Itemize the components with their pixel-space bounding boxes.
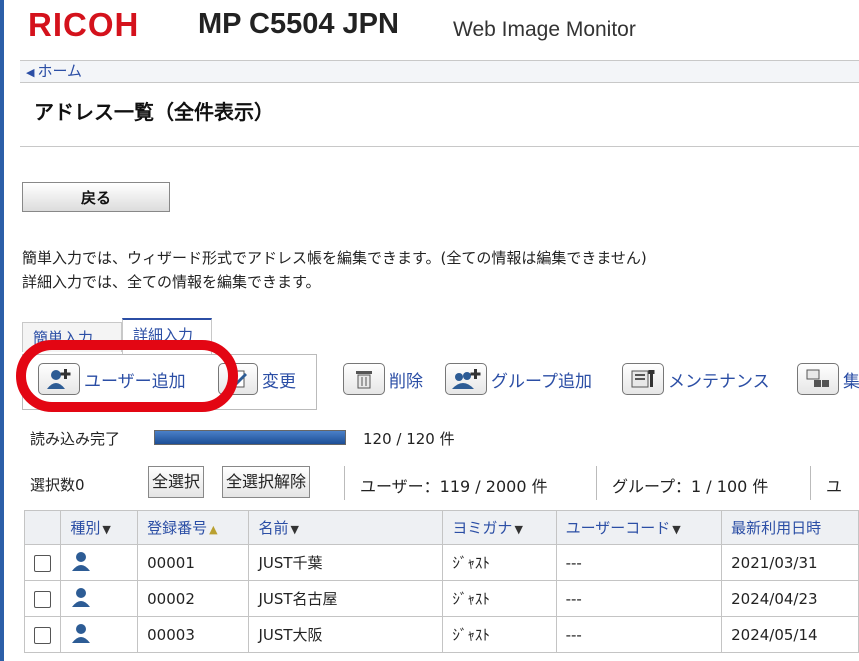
table-header-row: 種別 ▼ 登録番号 ▲ 名前 ▼ ヨミガナ ▼ ユーザーコード ▼ 最新利用日時 (23, 510, 859, 545)
table-row[interactable]: 00003 JUST大阪 ｼﾞｬｽﾄ --- 2024/05/14 (23, 616, 859, 653)
delete-button[interactable]: 削除 (343, 361, 423, 397)
user-icon (72, 551, 91, 571)
product-name: Web Image Monitor (453, 18, 636, 41)
row-kana: ｼﾞｬｽﾄ (442, 544, 557, 581)
breadcrumb-home-label: ホーム (37, 62, 83, 80)
breadcrumb: ◀ ホーム (20, 60, 859, 83)
more-count: ユ (826, 477, 843, 496)
group-count: グループ：1 / 100 件 (612, 477, 769, 496)
add-group-label: グループ追加 (491, 371, 592, 392)
sort-up-icon: ▲ (209, 523, 218, 536)
deselect-all-button[interactable]: 全選択解除 (222, 466, 311, 498)
row-checkbox-cell (23, 544, 62, 581)
column-header-last-used[interactable]: 最新利用日時 (721, 510, 859, 545)
sort-down-icon: ▼ (514, 523, 523, 536)
selection-divider (344, 466, 345, 500)
column-header-label: ヨミガナ (452, 519, 513, 537)
column-header-label: ユーザーコード (565, 519, 671, 537)
ricoh-logo: RICOH (28, 6, 140, 43)
tab-detailed-input[interactable]: 詳細入力 (122, 318, 212, 354)
column-header-user-code[interactable]: ユーザーコード ▼ (555, 510, 723, 545)
column-header-kana[interactable]: ヨミガナ ▼ (442, 510, 557, 545)
row-checkbox[interactable] (34, 626, 52, 644)
maintenance-button[interactable]: メンテナンス (622, 361, 770, 397)
header-checkbox-cell (23, 510, 62, 545)
row-user-code: --- (555, 544, 723, 581)
user-icon (72, 587, 91, 607)
load-progress-fill (155, 431, 345, 444)
maintenance-label: メンテナンス (668, 371, 770, 392)
user-icon (72, 623, 91, 643)
delete-label: 削除 (389, 371, 423, 392)
address-table: 種別 ▼ 登録番号 ▲ 名前 ▼ ヨミガナ ▼ ユーザーコード ▼ 最新利用日時 0000… (23, 510, 859, 653)
load-status-label: 読み込み完了 (30, 430, 121, 448)
row-last-used: 2024/04/23 (721, 580, 859, 617)
device-model: MP C5504 JPN (198, 8, 399, 40)
add-group-button[interactable]: グループ追加 (445, 361, 592, 397)
row-kana: ｼﾞｬｽﾄ (442, 580, 557, 617)
description: 簡単入力では、ウィザード形式でアドレス帳を編集できます。(全ての情報は編集できま… (22, 246, 647, 294)
column-header-label: 最新利用日時 (731, 519, 822, 537)
column-header-label: 名前 (258, 519, 289, 537)
more-toolbar-label: 集 (843, 371, 859, 392)
add-user-icon (38, 363, 80, 395)
load-progress-bar (154, 430, 346, 445)
row-type-cell (60, 544, 139, 581)
edit-icon (218, 363, 258, 395)
sort-down-icon: ▼ (290, 523, 299, 536)
table-row[interactable]: 00001 JUST千葉 ｼﾞｬｽﾄ --- 2021/03/31 (23, 544, 859, 581)
row-reg-no: 00003 (137, 616, 250, 653)
change-button[interactable]: 変更 (218, 361, 296, 397)
column-header-name[interactable]: 名前 ▼ (248, 510, 444, 545)
row-reg-no: 00002 (137, 580, 250, 617)
change-label: 変更 (262, 371, 296, 392)
add-user-label: ユーザー追加 (84, 371, 186, 392)
window-left-edge (0, 0, 4, 661)
title-divider (20, 146, 859, 147)
column-header-label: 種別 (70, 519, 101, 537)
sort-down-icon: ▼ (672, 523, 681, 536)
column-header-reg-no[interactable]: 登録番号 ▲ (137, 510, 250, 545)
selection-divider (596, 466, 597, 500)
breadcrumb-home-link[interactable]: ◀ ホーム (26, 61, 82, 83)
load-count: 120 / 120 件 (363, 430, 455, 448)
selection-divider (810, 466, 811, 500)
description-line-2: 詳細入力では、全ての情報を編集できます。 (22, 273, 321, 291)
directory-icon (797, 363, 839, 395)
add-group-icon (445, 363, 487, 395)
row-name: JUST大阪 (248, 616, 444, 653)
column-header-type[interactable]: 種別 ▼ (60, 510, 139, 545)
row-name: JUST名古屋 (248, 580, 444, 617)
selection-count: 選択数0 (30, 476, 85, 494)
chevron-left-icon: ◀ (26, 66, 35, 79)
user-count: ユーザー：119 / 2000 件 (360, 477, 548, 496)
column-header-label: 登録番号 (147, 519, 208, 537)
back-button[interactable]: 戻る (22, 182, 170, 212)
tab-simple-input[interactable]: 簡単入力 (22, 322, 122, 352)
trash-icon (343, 363, 385, 395)
row-last-used: 2021/03/31 (721, 544, 859, 581)
row-checkbox[interactable] (34, 554, 52, 572)
sort-down-icon: ▼ (102, 523, 111, 536)
row-user-code: --- (555, 616, 723, 653)
page-title: アドレス一覧（全件表示） (34, 100, 274, 124)
add-user-button[interactable]: ユーザー追加 (38, 361, 186, 397)
maintenance-icon (622, 363, 664, 395)
row-kana: ｼﾞｬｽﾄ (442, 616, 557, 653)
row-last-used: 2024/05/14 (721, 616, 859, 653)
row-checkbox-cell (23, 616, 62, 653)
row-type-cell (60, 616, 139, 653)
row-reg-no: 00001 (137, 544, 250, 581)
row-name: JUST千葉 (248, 544, 444, 581)
row-checkbox[interactable] (34, 590, 52, 608)
select-all-button[interactable]: 全選択 (148, 466, 205, 498)
table-row[interactable]: 00002 JUST名古屋 ｼﾞｬｽﾄ --- 2024/04/23 (23, 580, 859, 617)
row-user-code: --- (555, 580, 723, 617)
row-type-cell (60, 580, 139, 617)
more-toolbar-button[interactable]: 集 (797, 361, 859, 397)
description-line-1: 簡単入力では、ウィザード形式でアドレス帳を編集できます。(全ての情報は編集できま… (22, 249, 647, 267)
row-checkbox-cell (23, 580, 62, 617)
